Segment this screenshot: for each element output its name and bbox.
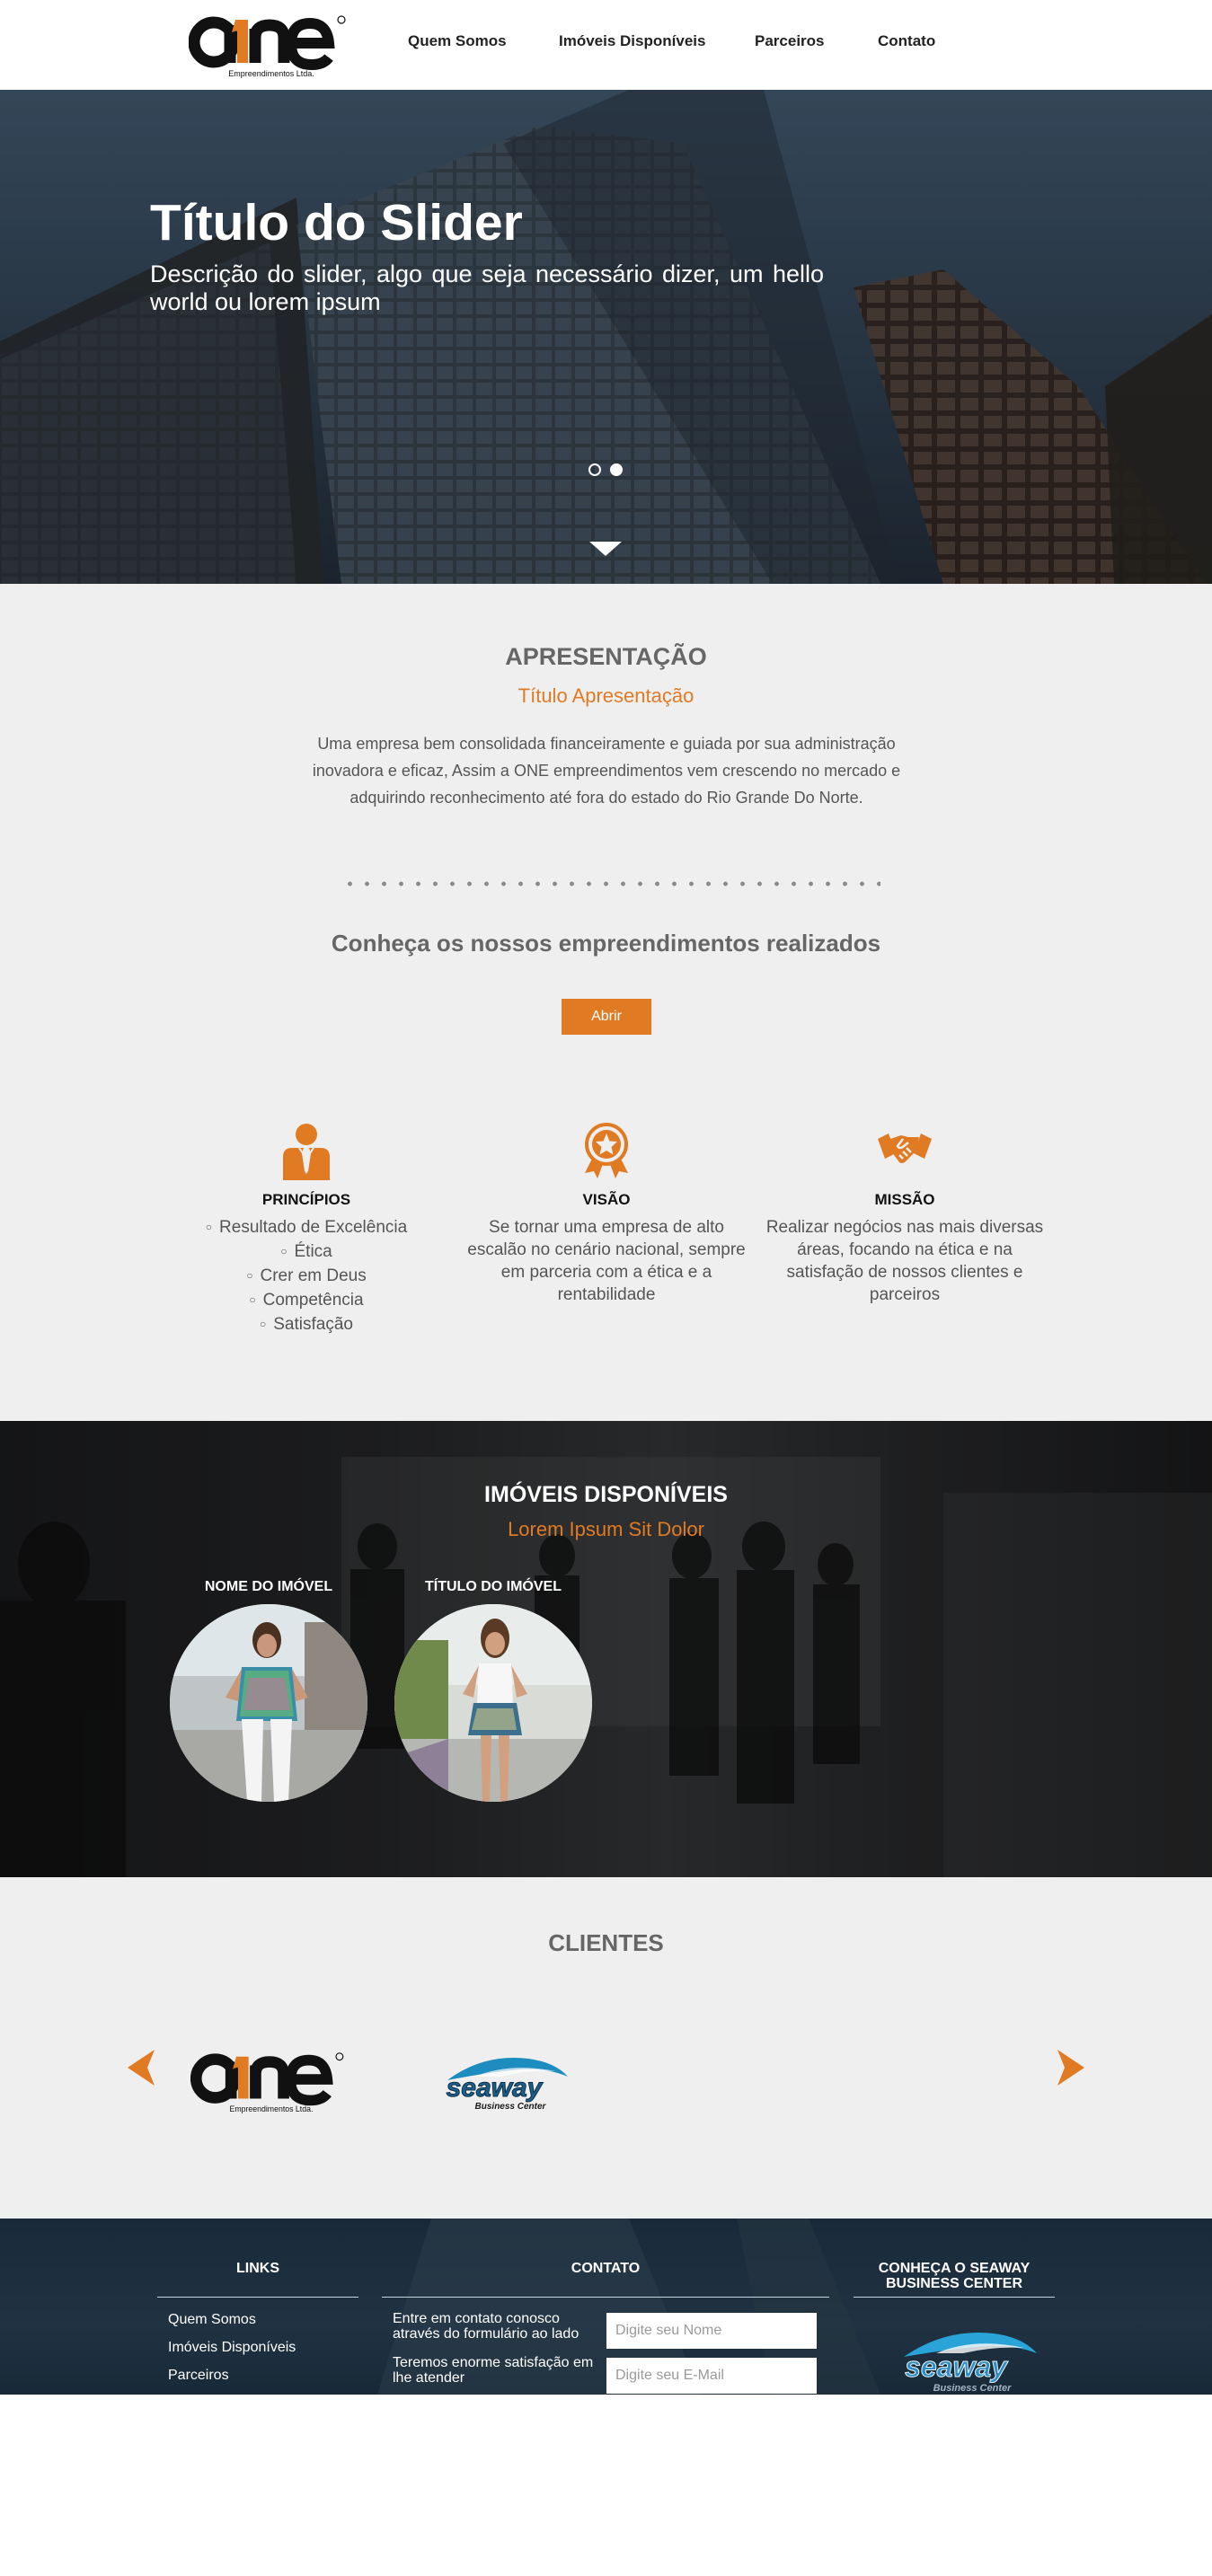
footer-divider — [382, 2297, 829, 2298]
slider-title: Título do Slider — [150, 194, 523, 251]
svg-text:seaway: seaway — [447, 2073, 544, 2103]
missao-column: MISSÃO Realizar negócios nas mais divers… — [765, 1123, 1044, 1306]
principios-column: PRINCÍPIOS Resultado de Excelência Ética… — [167, 1123, 446, 1337]
email-field[interactable] — [606, 2358, 817, 2394]
apresentacao-text: Uma empresa bem consolidada financeirame… — [312, 735, 901, 807]
principios-title: PRINCÍPIOS — [261, 1191, 351, 1208]
contato-text-1: Entre em contato conosco através do form… — [393, 2311, 579, 2342]
nav-imoveis-disponiveis[interactable]: Imóveis Disponíveis — [559, 32, 705, 50]
carousel-prev-icon[interactable] — [122, 2048, 158, 2092]
imovel-photo[interactable] — [394, 1604, 592, 1802]
cliente-logo-one[interactable]: Empreendimentos Ltda. — [190, 2048, 349, 2114]
footer-contato-heading: CONTATO — [571, 2261, 641, 2276]
footer-links-heading: LINKS — [236, 2261, 279, 2276]
list-item: Crer em Deus — [167, 1265, 446, 1289]
seaway-logo[interactable]: seaway Business Center — [873, 2325, 1044, 2395]
list-item: Satisfação — [167, 1313, 446, 1337]
scroll-down-icon[interactable] — [589, 542, 622, 556]
svg-text:Empreendimentos Ltda.: Empreendimentos Ltda. — [228, 69, 314, 78]
clientes-heading: CLIENTES — [548, 1929, 664, 1956]
visao-column: VISÃO Se tornar uma empresa de alto esca… — [467, 1123, 746, 1306]
abrir-button[interactable]: Abrir — [562, 999, 651, 1035]
visao-title: VISÃO — [582, 1191, 631, 1208]
footer-seaway-heading: CONHEÇA O SEAWAY BUSINESS CENTER — [878, 2261, 1031, 2291]
handshake-icon — [876, 1123, 933, 1180]
list-item: Ética — [167, 1240, 446, 1265]
list-item: Competência — [167, 1289, 446, 1313]
principios-list: Resultado de Excelência Ética Crer em De… — [167, 1216, 446, 1337]
carousel-next-icon[interactable] — [1054, 2048, 1090, 2092]
svg-text:seaway: seaway — [905, 2351, 1009, 2383]
nav-quem-somos[interactable]: Quem Somos — [408, 32, 507, 50]
award-star-icon — [578, 1123, 635, 1180]
nav-parceiros[interactable]: Parceiros — [755, 32, 825, 50]
imoveis-heading: IMÓVEIS DISPONÍVEIS — [484, 1482, 728, 1507]
imovel-card-2[interactable]: TÍTULO DO IMÓVEL — [394, 1579, 592, 1802]
hero-slider: Título do Slider Descrição do slider, al… — [0, 90, 1212, 584]
slider-dot-2[interactable] — [610, 463, 623, 476]
imovel-name[interactable]: NOME DO IMÓVEL — [170, 1579, 367, 1595]
footer-link-imoveis[interactable]: Imóveis Disponíveis — [168, 2340, 296, 2356]
imovel-name[interactable]: TÍTULO DO IMÓVEL — [394, 1579, 592, 1595]
empreendimentos-heading: Conheça os nossos empreendimentos realiz… — [331, 930, 881, 957]
imoveis-subtitle: Lorem Ipsum Sit Dolor — [508, 1518, 704, 1540]
person-tie-icon — [278, 1123, 335, 1180]
imovel-card-1[interactable]: NOME DO IMÓVEL — [170, 1579, 367, 1802]
visao-text: Se tornar uma empresa de alto escalão no… — [467, 1218, 746, 1304]
svg-text:Empreendimentos Ltda.: Empreendimentos Ltda. — [229, 2104, 313, 2113]
list-item: Resultado de Excelência — [167, 1216, 446, 1240]
svg-text:Business Center: Business Center — [475, 2102, 547, 2112]
imoveis-section: IMÓVEIS DISPONÍVEIS Lorem Ipsum Sit Dolo… — [0, 1421, 1212, 1877]
apresentacao-heading: APRESENTAÇÃO — [505, 643, 707, 670]
slider-dot-1[interactable] — [588, 463, 601, 476]
footer-link-quem-somos[interactable]: Quem Somos — [168, 2312, 256, 2328]
svg-text:Business Center: Business Center — [933, 2383, 1013, 2394]
clientes-section: CLIENTES Empreendimentos Ltda. seaway Bu… — [0, 1877, 1212, 2219]
nav-contato[interactable]: Contato — [878, 32, 935, 50]
cliente-logo-seaway[interactable]: seaway Business Center — [420, 2050, 573, 2114]
slider-description: Descrição do slider, algo que seja neces… — [150, 260, 824, 315]
site-footer: LINKS Quem Somos Imóveis Disponíveis Par… — [0, 2219, 1212, 2395]
footer-divider — [157, 2297, 358, 2298]
apresentacao-subtitle: Título Apresentação — [518, 684, 694, 707]
name-field[interactable] — [606, 2313, 817, 2349]
apresentacao-section: APRESENTAÇÃO Título Apresentação Uma emp… — [0, 584, 1212, 1421]
footer-link-parceiros[interactable]: Parceiros — [168, 2368, 229, 2384]
footer-divider — [854, 2297, 1055, 2298]
dotted-divider — [341, 880, 880, 887]
imovel-photo[interactable] — [170, 1604, 367, 1802]
missao-text: Realizar negócios nas mais diversas área… — [765, 1218, 1044, 1304]
one-logo[interactable]: Empreendimentos Ltda. — [188, 11, 350, 79]
contato-text-2: Teremos enorme satisfação em lhe atender — [393, 2355, 594, 2386]
hero-background-image — [0, 90, 1212, 584]
site-header: Empreendimentos Ltda. Quem Somos Imóveis… — [0, 0, 1212, 90]
missao-title: MISSÃO — [874, 1191, 935, 1208]
